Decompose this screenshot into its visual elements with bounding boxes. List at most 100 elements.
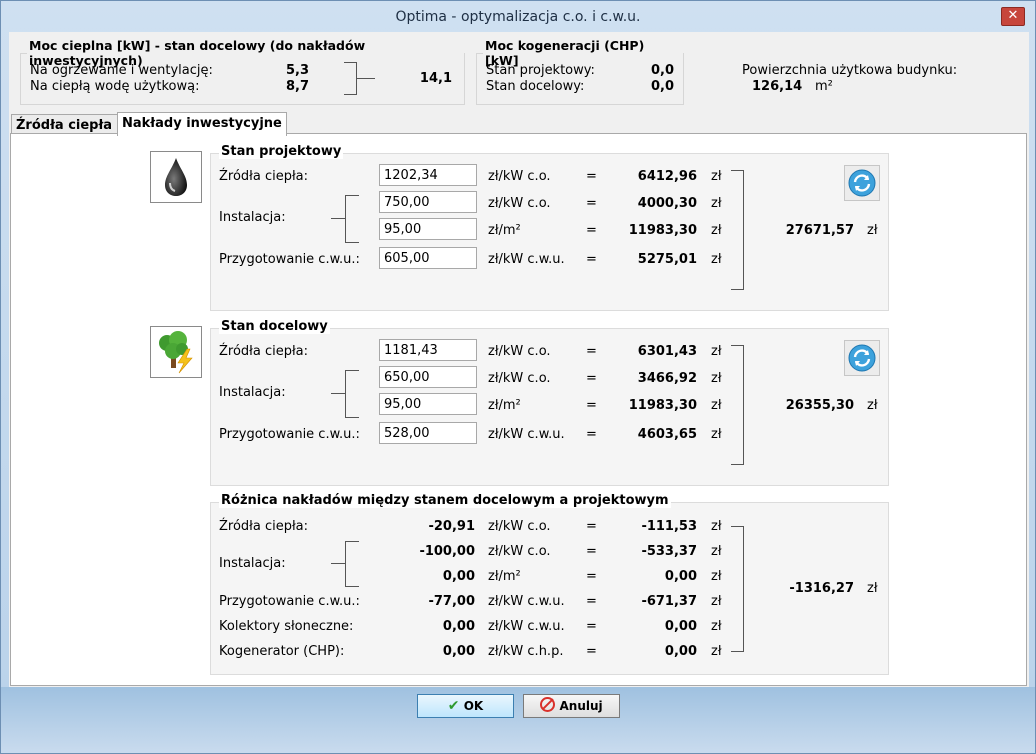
d-total-value: 26355,30 [785, 398, 854, 413]
d-total-bracket [731, 345, 744, 465]
p-cwu-label: Przygotowanie c.w.u.: [219, 252, 360, 267]
chp-docelowy-value: 0,0 [650, 79, 674, 94]
d-instal1-value: 3466,92 [637, 371, 697, 386]
r-instal2-eq: = [586, 569, 597, 584]
stan-docelowy-title: Stan docelowy [219, 319, 330, 334]
p-zrodla-label: Źródła ciepła: [219, 169, 309, 184]
r-zrodla-cur: zł [711, 519, 722, 534]
p-cwu-value: 5275,01 [637, 252, 697, 267]
p-cwu-cur: zł [711, 252, 722, 267]
r-cwu-unit: zł/kW c.w.u. [488, 594, 565, 609]
eco-tree-icon [150, 326, 202, 378]
d-instalacja-line [331, 393, 345, 394]
d-instalacja-label: Instalacja: [219, 385, 286, 400]
d-total-cur: zł [867, 398, 878, 413]
r-kolektory-cur: zł [711, 619, 722, 634]
ogrzewanie-value: 5,3 [285, 63, 309, 78]
p-cwu-input[interactable] [379, 247, 477, 269]
p-refresh-button[interactable] [844, 165, 880, 201]
d-cwu-input[interactable] [379, 422, 477, 444]
r-total-bracket [731, 526, 744, 652]
p-zrodla-input[interactable] [379, 164, 477, 186]
naklady-tab-page: Stan projektowy Źródła ciepła: zł/kW c.o… [10, 133, 1027, 686]
p-total-cur: zł [867, 223, 878, 238]
d-instal1-input[interactable] [379, 366, 477, 388]
d-instal1-cur: zł [711, 371, 722, 386]
chp-docelowy-label: Stan docelowy: [486, 79, 585, 94]
powierzchnia-label: Powierzchnia użytkowa budynku: [742, 63, 958, 78]
dialog-client-area: Moc cieplna [kW] - stan docelowy (do nak… [9, 32, 1029, 687]
d-instal1-unit: zł/kW c.o. [488, 371, 551, 386]
stan-projektowy-title: Stan projektowy [219, 144, 344, 159]
button-bar: ✔ OK Anuluj [1, 687, 1035, 753]
p-total-bracket [731, 170, 744, 290]
r-instal1-cur: zł [711, 544, 722, 559]
close-button[interactable]: ✕ [1001, 7, 1025, 26]
refresh-icon [848, 169, 876, 197]
r-kolektory-num: 0,00 [442, 619, 475, 634]
r-cwu-label: Przygotowanie c.w.u.: [219, 594, 360, 609]
r-chp-unit: zł/kW c.h.p. [488, 644, 564, 659]
d-zrodla-input[interactable] [379, 339, 477, 361]
d-instal2-input[interactable] [379, 393, 477, 415]
cwu-label: Na ciepłą wodę użytkową: [30, 79, 200, 94]
p-instalacja-line [331, 218, 345, 219]
tab-naklady-inwestycyjne[interactable]: Nakłady inwestycyjne [117, 112, 287, 136]
d-cwu-label: Przygotowanie c.w.u.: [219, 427, 360, 442]
p-instal1-input[interactable] [379, 191, 477, 213]
p-zrodla-unit: zł/kW c.o. [488, 169, 551, 184]
r-chp-num: 0,00 [442, 644, 475, 659]
r-kolektory-label: Kolektory słoneczne: [219, 619, 354, 634]
p-zrodla-cur: zł [711, 169, 722, 184]
r-kolektory-value: 0,00 [664, 619, 697, 634]
r-zrodla-num: -20,91 [428, 519, 475, 534]
p-instal2-input[interactable] [379, 218, 477, 240]
r-instal1-eq: = [586, 544, 597, 559]
d-cwu-value: 4603,65 [637, 427, 697, 442]
r-instal1-value: -533,37 [641, 544, 697, 559]
p-instal1-value: 4000,30 [637, 196, 697, 211]
r-chp-eq: = [586, 644, 597, 659]
ogrzewanie-label: Na ogrzewanie i wentylację: [30, 63, 213, 78]
p-instal2-eq: = [586, 223, 597, 238]
powierzchnia-unit: m² [815, 79, 833, 94]
r-zrodla-eq: = [586, 519, 597, 534]
chp-projektowy-value: 0,0 [650, 63, 674, 78]
r-instalacja-bracket [345, 541, 359, 587]
r-instal1-num: -100,00 [419, 544, 475, 559]
window-title: Optima - optymalizacja c.o. i c.w.u. [395, 9, 641, 25]
r-instal2-num: 0,00 [442, 569, 475, 584]
r-zrodla-label: Źródła ciepła: [219, 519, 309, 534]
cancel-label: Anuluj [559, 699, 603, 713]
p-total-value: 27671,57 [785, 223, 854, 238]
r-cwu-num: -77,00 [428, 594, 475, 609]
d-instal2-value: 11983,30 [628, 398, 697, 413]
powierzchnia-value: 126,14 [752, 79, 803, 94]
ok-label: OK [463, 699, 484, 713]
p-cwu-eq: = [586, 252, 597, 267]
p-instal1-cur: zł [711, 196, 722, 211]
checkmark-icon: ✔ [447, 698, 460, 714]
cwu-value: 8,7 [285, 79, 309, 94]
r-kolektory-unit: zł/kW c.w.u. [488, 619, 565, 634]
d-zrodla-unit: zł/kW c.o. [488, 344, 551, 359]
r-instal2-value: 0,00 [664, 569, 697, 584]
p-instal2-value: 11983,30 [628, 223, 697, 238]
r-total-value: -1316,27 [789, 581, 854, 596]
dialog-window: Optima - optymalizacja c.o. i c.w.u. ✕ M… [0, 0, 1036, 754]
p-instal2-cur: zł [711, 223, 722, 238]
r-zrodla-unit: zł/kW c.o. [488, 519, 551, 534]
r-instal2-cur: zł [711, 569, 722, 584]
p-instal1-eq: = [586, 196, 597, 211]
d-refresh-button[interactable] [844, 340, 880, 376]
d-zrodla-cur: zł [711, 344, 722, 359]
r-cwu-value: -671,37 [641, 594, 697, 609]
r-instalacja-label: Instalacja: [219, 556, 286, 571]
cancel-button[interactable]: Anuluj [523, 694, 620, 718]
ok-button[interactable]: ✔ OK [417, 694, 514, 718]
oil-drop-icon [150, 151, 202, 203]
r-chp-cur: zł [711, 644, 722, 659]
r-chp-label: Kogenerator (CHP): [219, 644, 345, 659]
d-instalacja-bracket [345, 370, 359, 418]
r-instal1-unit: zł/kW c.o. [488, 544, 551, 559]
